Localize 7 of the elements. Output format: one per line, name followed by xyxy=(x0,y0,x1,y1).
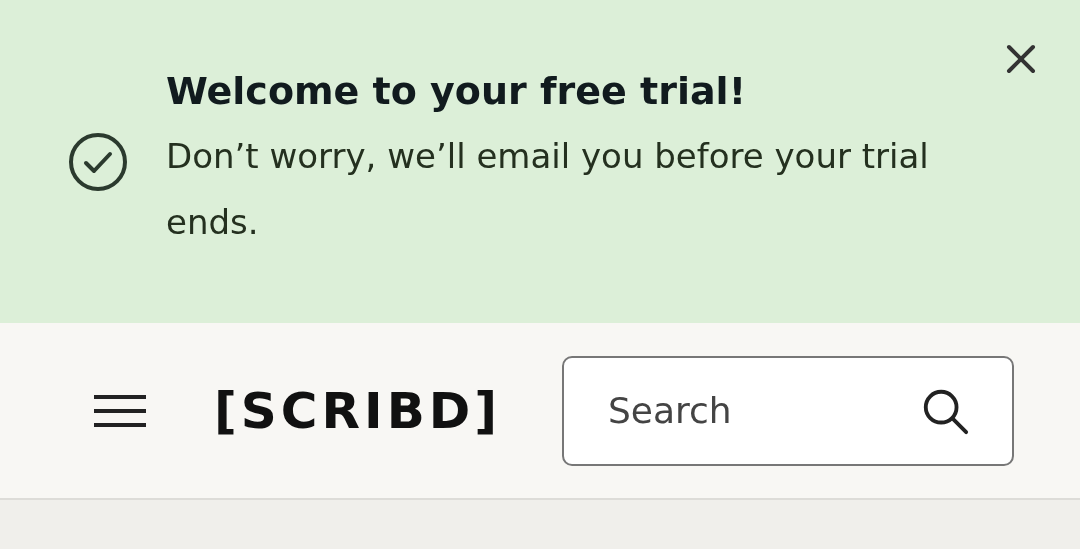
search-field[interactable]: Search xyxy=(562,355,1014,466)
banner-title: Welcome to your free trial! xyxy=(166,68,747,113)
logo[interactable]: [SCRIBD] xyxy=(214,381,502,440)
check-circle-icon xyxy=(68,131,128,192)
close-icon[interactable] xyxy=(1006,44,1036,74)
banner-message: Don’t worry, we’ll email you before your trial ends. xyxy=(166,134,930,244)
menu-icon[interactable] xyxy=(92,392,148,429)
